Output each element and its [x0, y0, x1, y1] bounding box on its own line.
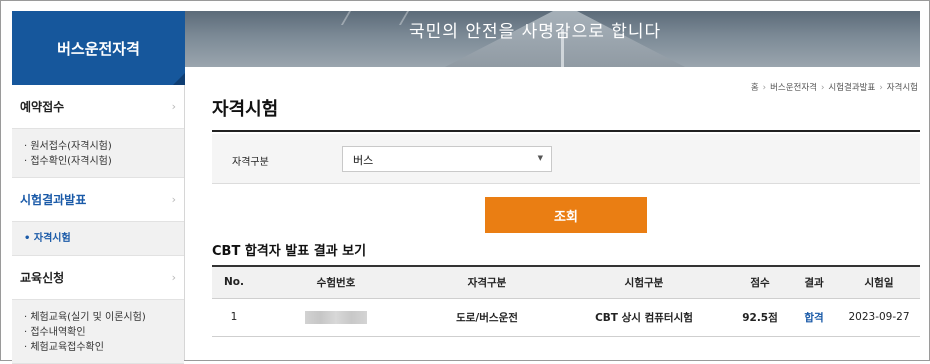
- header-exam-date: 시험일: [838, 265, 920, 299]
- header-qualification: 자격구분: [416, 265, 558, 299]
- qualification-select-value: 버스: [353, 154, 374, 167]
- sidebar: 예약접수 › · 원서접수(자격시험) · 접수확인(자격시험) 시험결과발표 …: [12, 85, 185, 364]
- filter-label: 자격구분: [232, 157, 269, 168]
- sidebar-title-text: 버스운전자격: [57, 39, 140, 58]
- page-title: 자격시험: [212, 99, 279, 120]
- chevron-right-icon: ›: [171, 100, 176, 113]
- chevron-down-icon: ▼: [537, 154, 543, 162]
- sidebar-item-label: 교육신청: [20, 271, 65, 285]
- result-title: CBT 합격자 발표 결과 보기: [212, 244, 367, 259]
- cell-score: 92.5점: [730, 298, 790, 337]
- filter-panel: 자격구분 버스 ▼: [212, 134, 920, 184]
- header-exam-number: 수험번호: [256, 265, 416, 299]
- sidebar-subitem-application-history[interactable]: · 접수내역확인: [24, 325, 184, 340]
- breadcrumb-separator: ›: [762, 83, 767, 93]
- banner-slogan: 국민의 안전을 사명감으로 합니다: [409, 22, 662, 42]
- sidebar-item-results[interactable]: 시험결과발표 ›: [12, 178, 184, 222]
- breadcrumb-separator: ›: [879, 83, 883, 93]
- header-result: 결과: [790, 265, 838, 299]
- sidebar-item-reservation[interactable]: 예약접수 ›: [12, 85, 184, 129]
- cell-exam-number: [256, 298, 416, 337]
- table-row: 1 도로/버스운전 CBT 상시 컴퓨터시험 92.5점 합격 2023-09-…: [212, 298, 920, 337]
- search-button[interactable]: 조회: [485, 197, 647, 233]
- qualification-select[interactable]: 버스 ▼: [342, 146, 552, 172]
- sidebar-subitem-application-check[interactable]: · 접수확인(자격시험): [24, 154, 184, 169]
- sidebar-subitem-education-check[interactable]: · 체험교육접수확인: [24, 340, 184, 355]
- chevron-right-icon: ›: [171, 193, 176, 206]
- page-frame: 버스운전자격 예약접수 › · 원서접수(자격시험) · 접수확인(자격시험) …: [0, 0, 930, 364]
- sidebar-submenu-results: • 자격시험: [12, 222, 184, 256]
- header-score: 점수: [730, 265, 790, 299]
- cell-qualification: 도로/버스운전: [416, 298, 558, 337]
- sidebar-subitem-application[interactable]: · 원서접수(자격시험): [24, 139, 184, 154]
- sidebar-subitem-qualification-exam[interactable]: • 자격시험: [24, 231, 184, 246]
- results-table: No. 수험번호 자격구분 시험구분 점수 결과 시험일 1 도로/버스운전 C…: [212, 265, 920, 337]
- sidebar-item-label: 시험결과발표: [20, 193, 87, 207]
- breadcrumb-separator: ›: [820, 83, 825, 93]
- title-divider: [212, 130, 920, 132]
- table-header-row: No. 수험번호 자격구분 시험구분 점수 결과 시험일: [212, 265, 920, 299]
- masked-exam-number: [305, 310, 367, 324]
- top-banner: 국민의 안전을 사명감으로 합니다: [185, 11, 920, 67]
- sidebar-title: 버스운전자격: [12, 11, 185, 85]
- breadcrumb: 홈 › 버스운전자격 › 시험결과발표 › 자격시험: [751, 81, 918, 93]
- sidebar-item-label: 예약접수: [20, 100, 65, 114]
- cell-no: 1: [212, 298, 256, 337]
- cell-exam-type: CBT 상시 컴퓨터시험: [558, 298, 730, 337]
- cell-exam-date: 2023-09-27: [838, 298, 920, 337]
- breadcrumb-home[interactable]: 홈: [751, 83, 759, 93]
- chevron-right-icon: ›: [171, 271, 176, 284]
- cell-result: 합격: [790, 298, 838, 337]
- sidebar-submenu-reservation: · 원서접수(자격시험) · 접수확인(자격시험): [12, 129, 184, 178]
- sidebar-subitem-experience-education[interactable]: · 체험교육(실기 및 이론시험): [24, 310, 184, 325]
- breadcrumb-results[interactable]: 시험결과발표: [828, 83, 875, 93]
- header-exam-type: 시험구분: [558, 265, 730, 299]
- sidebar-submenu-education: · 체험교육(실기 및 이론시험) · 접수내역확인 · 체험교육접수확인: [12, 300, 184, 364]
- header-no: No.: [212, 265, 256, 299]
- breadcrumb-current: 자격시험: [886, 83, 918, 93]
- sidebar-item-education[interactable]: 교육신청 ›: [12, 256, 184, 300]
- banner-decoration: [340, 11, 410, 25]
- breadcrumb-bus-license[interactable]: 버스운전자격: [770, 83, 817, 93]
